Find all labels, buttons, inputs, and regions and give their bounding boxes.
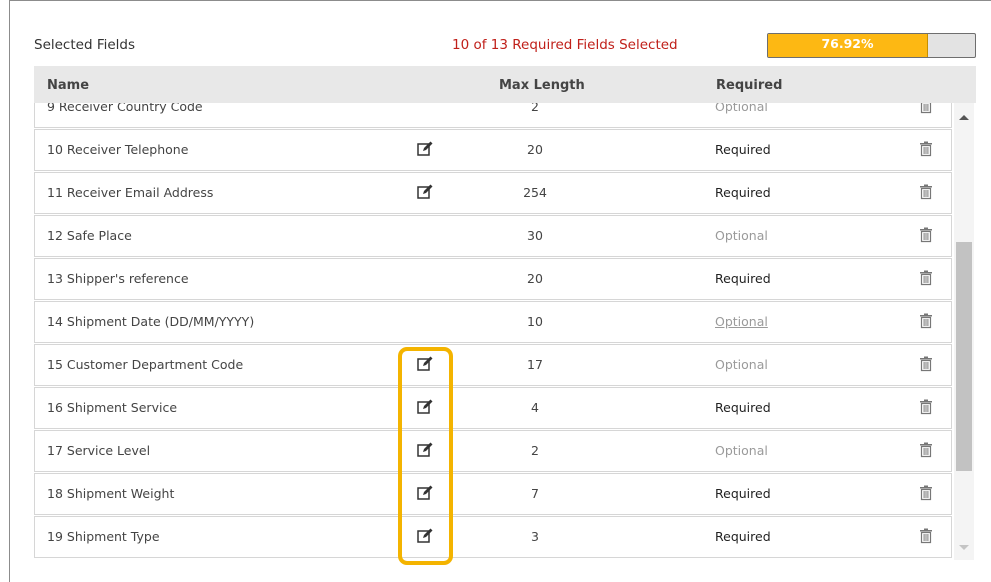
column-header-required[interactable]: Required [716, 78, 782, 93]
field-max-length: 30 [527, 228, 543, 243]
table-row[interactable]: 9 Receiver Country Code 2 Optional [34, 103, 952, 128]
required-fields-summary: 10 of 13 Required Fields Selected [452, 37, 678, 53]
field-required-toggle[interactable]: Required [715, 474, 771, 514]
trash-icon[interactable] [919, 528, 933, 544]
fields-list: 9 Receiver Country Code 2 Optional 10 Recei… [34, 103, 952, 559]
column-header-name[interactable]: Name [47, 78, 89, 93]
panel-title: Selected Fields [34, 37, 136, 53]
table-row[interactable]: 19 Shipment Type 3 Required [34, 516, 952, 558]
field-max-length: 2 [531, 103, 539, 114]
table-row[interactable]: 14 Shipment Date (DD/MM/YYYY) 10 Optional [34, 301, 952, 343]
field-required-toggle[interactable]: Optional [715, 345, 768, 385]
field-name: 11 Receiver Email Address [47, 185, 214, 200]
field-max-length: 2 [531, 443, 539, 458]
trash-icon[interactable] [919, 313, 933, 329]
field-max-length: 7 [531, 486, 539, 501]
trash-icon[interactable] [919, 184, 933, 200]
field-required-toggle[interactable]: Required [715, 517, 771, 557]
table-row[interactable]: 13 Shipper's reference 20 Required [34, 258, 952, 300]
field-max-length: 20 [527, 271, 543, 286]
edit-icon[interactable] [417, 399, 433, 415]
table-row[interactable]: 11 Receiver Email Address 254 Required [34, 172, 952, 214]
trash-icon[interactable] [919, 356, 933, 372]
table-row[interactable]: 16 Shipment Service 4 Required [34, 387, 952, 429]
field-name: 19 Shipment Type [47, 529, 160, 544]
fields-list-viewport: 9 Receiver Country Code 2 Optional 10 Recei… [34, 103, 952, 559]
table-header: Name Max Length Required [34, 66, 976, 103]
field-required-toggle[interactable]: Optional [715, 216, 768, 256]
field-required-toggle[interactable]: Optional [715, 431, 768, 471]
vertical-scrollbar[interactable] [954, 103, 974, 560]
field-name: 14 Shipment Date (DD/MM/YYYY) [47, 314, 255, 329]
field-name: 15 Customer Department Code [47, 357, 244, 372]
field-name: 16 Shipment Service [47, 400, 178, 415]
field-required-toggle[interactable]: Optional [715, 103, 768, 127]
field-required-toggle[interactable]: Required [715, 130, 771, 170]
table-row[interactable]: 12 Safe Place 30 Optional [34, 215, 952, 257]
edit-icon[interactable] [417, 442, 433, 458]
trash-icon[interactable] [919, 141, 933, 157]
field-max-length: 10 [527, 314, 543, 329]
edit-icon[interactable] [417, 528, 433, 544]
field-max-length: 3 [531, 529, 539, 544]
field-name: 9 Receiver Country Code [47, 103, 203, 114]
field-name: 18 Shipment Weight [47, 486, 175, 501]
edit-icon[interactable] [417, 356, 433, 372]
field-required-toggle[interactable]: Required [715, 259, 771, 299]
table-row[interactable]: 10 Receiver Telephone 20 Required [34, 129, 952, 171]
edit-icon[interactable] [417, 485, 433, 501]
field-max-length: 20 [527, 142, 543, 157]
field-max-length: 4 [531, 400, 539, 415]
edit-icon[interactable] [417, 184, 433, 200]
trash-icon[interactable] [919, 103, 933, 114]
column-header-max-length[interactable]: Max Length [499, 78, 585, 93]
scroll-down-arrow-icon[interactable] [959, 545, 969, 550]
field-max-length: 254 [523, 185, 547, 200]
trash-icon[interactable] [919, 485, 933, 501]
scrollbar-thumb[interactable] [956, 242, 972, 471]
field-required-toggle[interactable]: Optional [715, 302, 768, 342]
field-name: 13 Shipper's reference [47, 271, 189, 286]
table-row[interactable]: 18 Shipment Weight 7 Required [34, 473, 952, 515]
field-required-toggle[interactable]: Required [715, 388, 771, 428]
table-row[interactable]: 15 Customer Department Code 17 Optional [34, 344, 952, 386]
table-row[interactable]: 17 Service Level 2 Optional [34, 430, 952, 472]
trash-icon[interactable] [919, 270, 933, 286]
progress-percent-label: 76.92% [821, 36, 874, 51]
field-max-length: 17 [527, 357, 543, 372]
field-name: 12 Safe Place [47, 228, 132, 243]
trash-icon[interactable] [919, 399, 933, 415]
required-fields-progress-bar: 76.92% [767, 33, 976, 58]
trash-icon[interactable] [919, 442, 933, 458]
edit-icon[interactable] [417, 141, 433, 157]
scroll-up-arrow-icon[interactable] [959, 115, 969, 120]
trash-icon[interactable] [919, 227, 933, 243]
field-name: 10 Receiver Telephone [47, 142, 189, 157]
field-required-toggle[interactable]: Required [715, 173, 771, 213]
field-name: 17 Service Level [47, 443, 151, 458]
